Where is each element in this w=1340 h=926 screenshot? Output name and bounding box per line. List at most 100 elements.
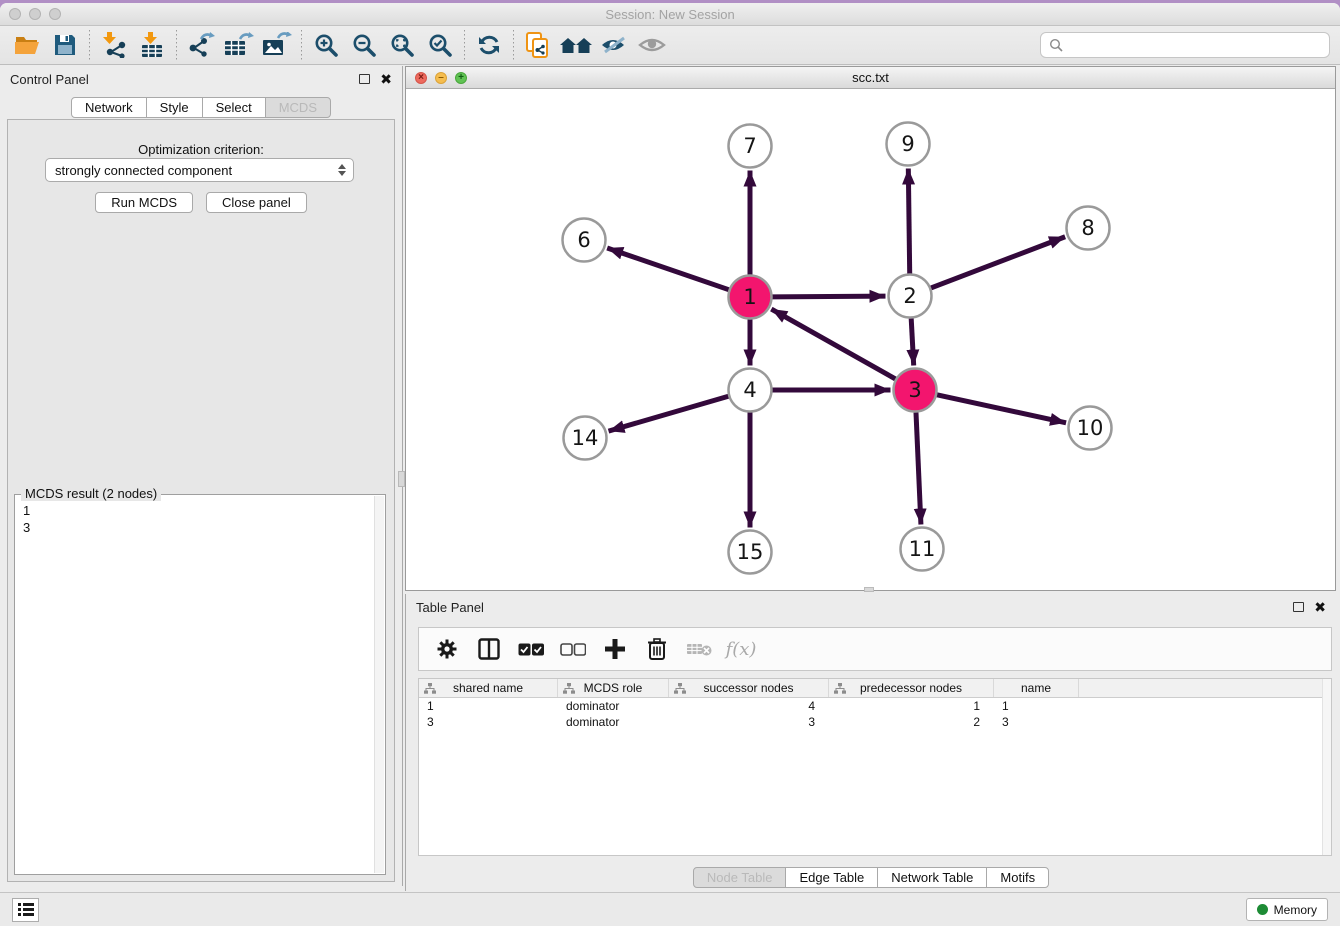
export-network-button[interactable] <box>184 29 218 61</box>
cell-shared-name[interactable]: 3 <box>419 715 558 729</box>
show-columns-button[interactable] <box>475 635 503 663</box>
graph-edge-2-8[interactable] <box>931 237 1065 288</box>
column-header-predecessor-nodes[interactable]: predecessor nodes <box>829 679 994 697</box>
cell-predecessor-nodes[interactable]: 1 <box>829 699 994 713</box>
memory-button[interactable]: Memory <box>1246 898 1328 921</box>
tab-select[interactable]: Select <box>202 97 266 118</box>
table-settings-button[interactable] <box>433 635 461 663</box>
column-header-name[interactable]: name <box>994 679 1079 697</box>
result-scrollbar[interactable] <box>374 496 384 873</box>
export-network-icon <box>187 32 215 58</box>
column-header-mcds-role[interactable]: MCDS role <box>558 679 669 697</box>
mcds-tab-content: Optimization criterion: strongly connect… <box>7 119 395 882</box>
cell-name[interactable]: 3 <box>994 715 1079 729</box>
delete-column-button[interactable] <box>643 635 671 663</box>
cell-predecessor-nodes[interactable]: 2 <box>829 715 994 729</box>
control-panel-header: Control Panel ✖ <box>0 66 402 92</box>
close-panel-icon[interactable]: ✖ <box>380 72 392 86</box>
task-history-button[interactable] <box>12 898 39 922</box>
close-panel-icon[interactable]: ✖ <box>1314 600 1326 614</box>
dropdown-value: strongly connected component <box>55 163 338 178</box>
network-graph[interactable]: 7968124314101511 <box>406 89 1335 590</box>
cell-mcds-role[interactable]: dominator <box>558 715 669 729</box>
houses-icon <box>559 34 593 56</box>
graph-edge-4-14[interactable] <box>609 396 729 431</box>
delete-table-button[interactable] <box>685 635 713 663</box>
zoom-selected-button[interactable] <box>423 29 457 61</box>
main-toolbar <box>0 26 1340 65</box>
hide-selected-button[interactable] <box>597 29 631 61</box>
save-session-button[interactable] <box>48 29 82 61</box>
float-panel-icon[interactable] <box>1293 602 1304 612</box>
refresh-view-button[interactable] <box>472 29 506 61</box>
show-all-networks-button[interactable] <box>559 29 593 61</box>
open-folder-icon <box>14 34 41 56</box>
graph-edge-3-10[interactable] <box>937 395 1066 423</box>
function-builder-button[interactable]: f(x) <box>727 635 755 663</box>
optimization-criterion-dropdown[interactable]: strongly connected component <box>45 158 354 182</box>
cell-mcds-role[interactable]: dominator <box>558 699 669 713</box>
close-panel-button[interactable]: Close panel <box>206 192 307 213</box>
eye-slash-icon <box>600 35 628 55</box>
tab-motifs[interactable]: Motifs <box>986 867 1049 888</box>
cell-successor-nodes[interactable]: 4 <box>669 699 829 713</box>
cell-successor-nodes[interactable]: 3 <box>669 715 829 729</box>
cell-shared-name[interactable]: 1 <box>419 699 558 713</box>
gear-icon <box>437 639 457 659</box>
export-table-icon <box>224 32 254 58</box>
control-panel-title: Control Panel <box>10 72 89 87</box>
run-mcds-button[interactable]: Run MCDS <box>95 192 193 213</box>
search-input[interactable] <box>1068 38 1321 53</box>
table-splitter-handle[interactable] <box>864 587 874 592</box>
cell-name[interactable]: 1 <box>994 699 1079 713</box>
tab-style[interactable]: Style <box>146 97 203 118</box>
column-header-successor-nodes[interactable]: successor nodes <box>669 679 829 697</box>
float-panel-icon[interactable] <box>359 74 370 84</box>
tab-node-table[interactable]: Node Table <box>693 867 787 888</box>
graph-edge-2-9[interactable] <box>908 168 909 273</box>
import-network-button[interactable] <box>97 29 131 61</box>
table-row[interactable]: 1 dominator 4 1 1 <box>419 698 1331 714</box>
tab-network-table[interactable]: Network Table <box>877 867 987 888</box>
import-table-button[interactable] <box>135 29 169 61</box>
graph-node-label-4: 4 <box>743 378 756 402</box>
list-icon <box>18 903 34 916</box>
network-canvas[interactable]: 7968124314101511 <box>406 89 1335 590</box>
zoom-out-button[interactable] <box>347 29 381 61</box>
first-neighbors-button[interactable] <box>521 29 555 61</box>
node-table[interactable]: shared name MCDS role successor nodes pr… <box>418 678 1332 856</box>
graph-edge-1-6[interactable] <box>607 248 729 290</box>
export-table-button[interactable] <box>222 29 256 61</box>
add-column-button[interactable] <box>601 635 629 663</box>
tab-edge-table[interactable]: Edge Table <box>785 867 878 888</box>
zoom-fit-button[interactable] <box>385 29 419 61</box>
mcds-result-text[interactable]: 1 3 <box>23 503 373 872</box>
graph-node-label-6: 6 <box>577 228 590 252</box>
graph-node-label-14: 14 <box>572 426 599 450</box>
show-hidden-button[interactable] <box>635 29 669 61</box>
export-image-button[interactable] <box>260 29 294 61</box>
panel-splitter-handle[interactable] <box>398 471 405 487</box>
table-scrollbar[interactable] <box>1322 679 1331 855</box>
table-row[interactable]: 3 dominator 3 2 3 <box>419 714 1331 730</box>
search-field[interactable] <box>1040 32 1330 58</box>
open-file-button[interactable] <box>10 29 44 61</box>
tab-mcds[interactable]: MCDS <box>265 97 331 118</box>
table-panel-title: Table Panel <box>416 600 484 615</box>
graph-edge-3-1[interactable] <box>771 309 895 379</box>
graph-edge-2-3[interactable] <box>911 318 914 365</box>
checked-boxes-icon <box>518 643 544 656</box>
graph-node-label-11: 11 <box>909 537 936 561</box>
tab-network[interactable]: Network <box>71 97 147 118</box>
first-neighbors-icon <box>525 32 551 59</box>
zoom-out-icon <box>352 33 377 58</box>
zoom-in-button[interactable] <box>309 29 343 61</box>
graph-edge-3-11[interactable] <box>916 412 921 524</box>
trash-icon <box>647 638 667 660</box>
column-header-shared-name[interactable]: shared name <box>419 679 558 697</box>
deselect-all-button[interactable] <box>559 635 587 663</box>
graph-edge-1-2[interactable] <box>772 296 885 297</box>
zoom-in-icon <box>314 33 339 58</box>
select-all-button[interactable] <box>517 635 545 663</box>
graph-node-label-15: 15 <box>737 540 764 564</box>
